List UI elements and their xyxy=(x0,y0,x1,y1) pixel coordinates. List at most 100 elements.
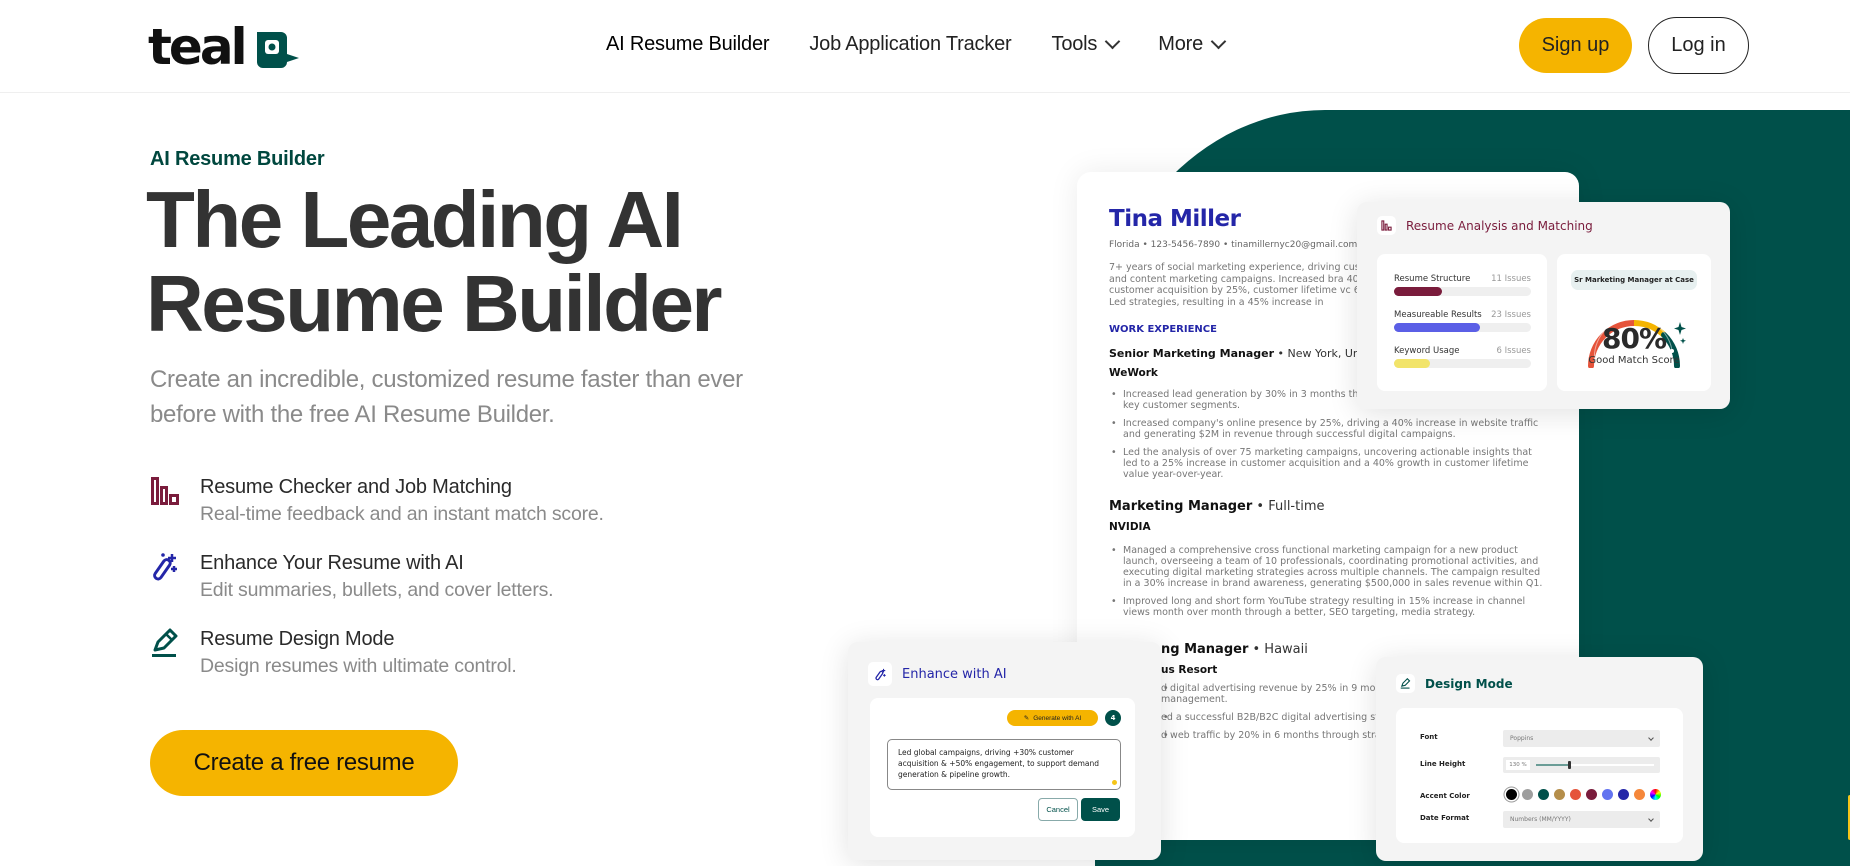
accent-color-swatch[interactable] xyxy=(1586,789,1597,800)
job-target-pill: Sr Marketing Manager at Case xyxy=(1571,270,1697,290)
accent-color-swatch[interactable] xyxy=(1650,789,1661,800)
accent-color-swatch[interactable] xyxy=(1618,789,1629,800)
accent-color-swatch[interactable] xyxy=(1538,789,1549,800)
metric-label: Measureable Results xyxy=(1394,310,1482,320)
hero-title: The Leading AI Resume Builder xyxy=(146,178,846,346)
resume-bullet: Increased company's online presence by 2… xyxy=(1109,418,1549,440)
metric-bar-fill xyxy=(1394,287,1442,296)
main-nav: AI Resume Builder Job Application Tracke… xyxy=(606,33,1227,56)
pencil-icon xyxy=(1396,674,1415,693)
button-label: Generate with AI xyxy=(1033,714,1082,722)
resume-bullet: Led the analysis of over 75 marketing ca… xyxy=(1109,447,1549,480)
logo-mark-icon xyxy=(253,28,301,68)
pencil-icon xyxy=(150,628,180,658)
bullet-text-input[interactable]: Led global campaigns, driving +30% custo… xyxy=(887,739,1121,790)
card-header: Enhance with AI xyxy=(868,662,1007,686)
line-height-control: 130 % xyxy=(1503,757,1660,773)
resume-name: Tina Miller xyxy=(1109,206,1241,232)
metric-row: Keyword Usage 6 Issues xyxy=(1394,346,1531,368)
metric-issues: 11 Issues xyxy=(1491,274,1531,284)
nav-label: Tools xyxy=(1051,33,1098,55)
card-header: Design Mode xyxy=(1396,674,1513,693)
cancel-button[interactable]: Cancel xyxy=(1038,798,1078,821)
resume-contact: Florida • 123-5456-7890 • tinamillernyc2… xyxy=(1109,240,1366,250)
signup-button[interactable]: Sign up xyxy=(1519,18,1632,73)
bar-chart-icon xyxy=(150,476,180,506)
accent-color-swatches xyxy=(1506,789,1661,800)
feature-desc: Edit summaries, bullets, and cover lette… xyxy=(200,579,554,601)
metric-label: Resume Structure xyxy=(1394,274,1471,284)
feature-item: Resume Design Mode Design resumes with u… xyxy=(150,626,604,702)
chevron-down-icon xyxy=(1104,33,1121,50)
nav-job-application-tracker[interactable]: Job Application Tracker xyxy=(809,33,1011,56)
nav-more[interactable]: More xyxy=(1158,33,1227,56)
hero-title-line1: The Leading AI xyxy=(146,175,684,264)
accent-color-label: Accent Color xyxy=(1420,792,1470,800)
accent-color-swatch[interactable] xyxy=(1554,789,1565,800)
logo-wordmark: teal xyxy=(148,18,248,76)
date-format-select[interactable]: Numbers (MM/YYYY) xyxy=(1503,811,1660,828)
save-button[interactable]: Save xyxy=(1081,798,1120,821)
slider-thumb[interactable] xyxy=(1568,761,1572,769)
card-header: Resume Analysis and Matching xyxy=(1377,216,1593,235)
accent-color-swatch[interactable] xyxy=(1570,789,1581,800)
resume-company: us Resort xyxy=(1161,664,1218,676)
magic-wand-icon: ✎ xyxy=(1023,715,1030,722)
enhance-editor: ✎ Generate with AI 4 Led global campaign… xyxy=(870,698,1135,837)
create-free-resume-button[interactable]: Create a free resume xyxy=(150,730,458,796)
metric-label: Keyword Usage xyxy=(1394,346,1460,356)
design-settings: Font Poppins Line Height 130 % Accent Co… xyxy=(1396,708,1683,843)
bar-chart-icon xyxy=(1377,216,1396,235)
accent-color-swatch[interactable] xyxy=(1602,789,1613,800)
feature-item: Resume Checker and Job Matching Real-tim… xyxy=(150,474,604,550)
accent-color-swatch[interactable] xyxy=(1522,789,1533,800)
status-dot xyxy=(1112,780,1117,785)
nav-label: AI Resume Builder xyxy=(606,33,770,55)
hero-subtitle: Create an incredible, customized resume … xyxy=(150,366,743,428)
resume-company: NVIDIA xyxy=(1109,521,1151,533)
enhance-with-ai-card: Enhance with AI ✎ Generate with AI 4 Led… xyxy=(848,642,1161,860)
nav-label: Job Application Tracker xyxy=(809,33,1012,55)
feature-desc: Design resumes with ultimate control. xyxy=(200,655,517,677)
chevron-down-icon xyxy=(1210,33,1227,50)
font-select[interactable]: Poppins xyxy=(1503,730,1660,747)
job-title: ng Manager xyxy=(1161,642,1249,657)
metric-bar xyxy=(1394,287,1531,296)
nav-tools[interactable]: Tools xyxy=(1051,33,1121,56)
resume-section-title: WORK EXPERIENCE xyxy=(1109,324,1217,335)
generate-with-ai-button[interactable]: ✎ Generate with AI xyxy=(1007,710,1098,726)
feature-list: Resume Checker and Job Matching Real-tim… xyxy=(150,474,604,702)
match-score-value: 80% xyxy=(1601,322,1667,355)
job-title: Senior Marketing Manager xyxy=(1109,347,1275,360)
generation-count-badge: 4 xyxy=(1105,710,1121,726)
resume-bullet: Managed a comprehensive cross functional… xyxy=(1109,545,1549,589)
font-label: Font xyxy=(1420,733,1438,741)
line-height-slider[interactable] xyxy=(1536,761,1654,769)
resume-bullet: Improved long and short form YouTube str… xyxy=(1109,596,1549,618)
metric-row: Measureable Results 23 Issues xyxy=(1394,310,1531,332)
metric-row: Resume Structure 11 Issues xyxy=(1394,274,1531,296)
feature-desc: Real-time feedback and an instant match … xyxy=(200,503,604,525)
metric-bar xyxy=(1394,359,1531,368)
magic-wand-icon xyxy=(868,662,892,686)
nav-ai-resume-builder[interactable]: AI Resume Builder xyxy=(606,33,770,56)
login-button[interactable]: Log in xyxy=(1648,17,1749,74)
teal-logo[interactable]: teal xyxy=(148,22,301,72)
hero-eyebrow: AI Resume Builder xyxy=(150,148,325,170)
feature-title: Resume Checker and Job Matching xyxy=(200,476,512,498)
match-score-label: Good Match Score xyxy=(1588,355,1680,366)
resume-company: WeWork xyxy=(1109,367,1158,379)
resume-job-title: Marketing Manager • Full-time xyxy=(1109,499,1325,514)
feature-title: Enhance Your Resume with AI xyxy=(200,552,464,574)
accent-color-swatch[interactable] xyxy=(1634,789,1645,800)
feature-title: Resume Design Mode xyxy=(200,628,395,650)
select-value: Poppins xyxy=(1510,735,1534,742)
nav-label: More xyxy=(1158,33,1204,55)
accent-color-swatch[interactable] xyxy=(1506,789,1517,800)
analysis-metrics: Resume Structure 11 Issues Measureable Re… xyxy=(1377,254,1547,391)
line-height-value[interactable]: 130 % xyxy=(1506,760,1530,770)
hero-title-line2: Resume Builder xyxy=(146,259,723,348)
card-title: Resume Analysis and Matching xyxy=(1406,218,1593,233)
resume-job-title: ng Manager • Hawaii xyxy=(1161,642,1308,657)
job-meta: • Hawaii xyxy=(1248,642,1308,657)
